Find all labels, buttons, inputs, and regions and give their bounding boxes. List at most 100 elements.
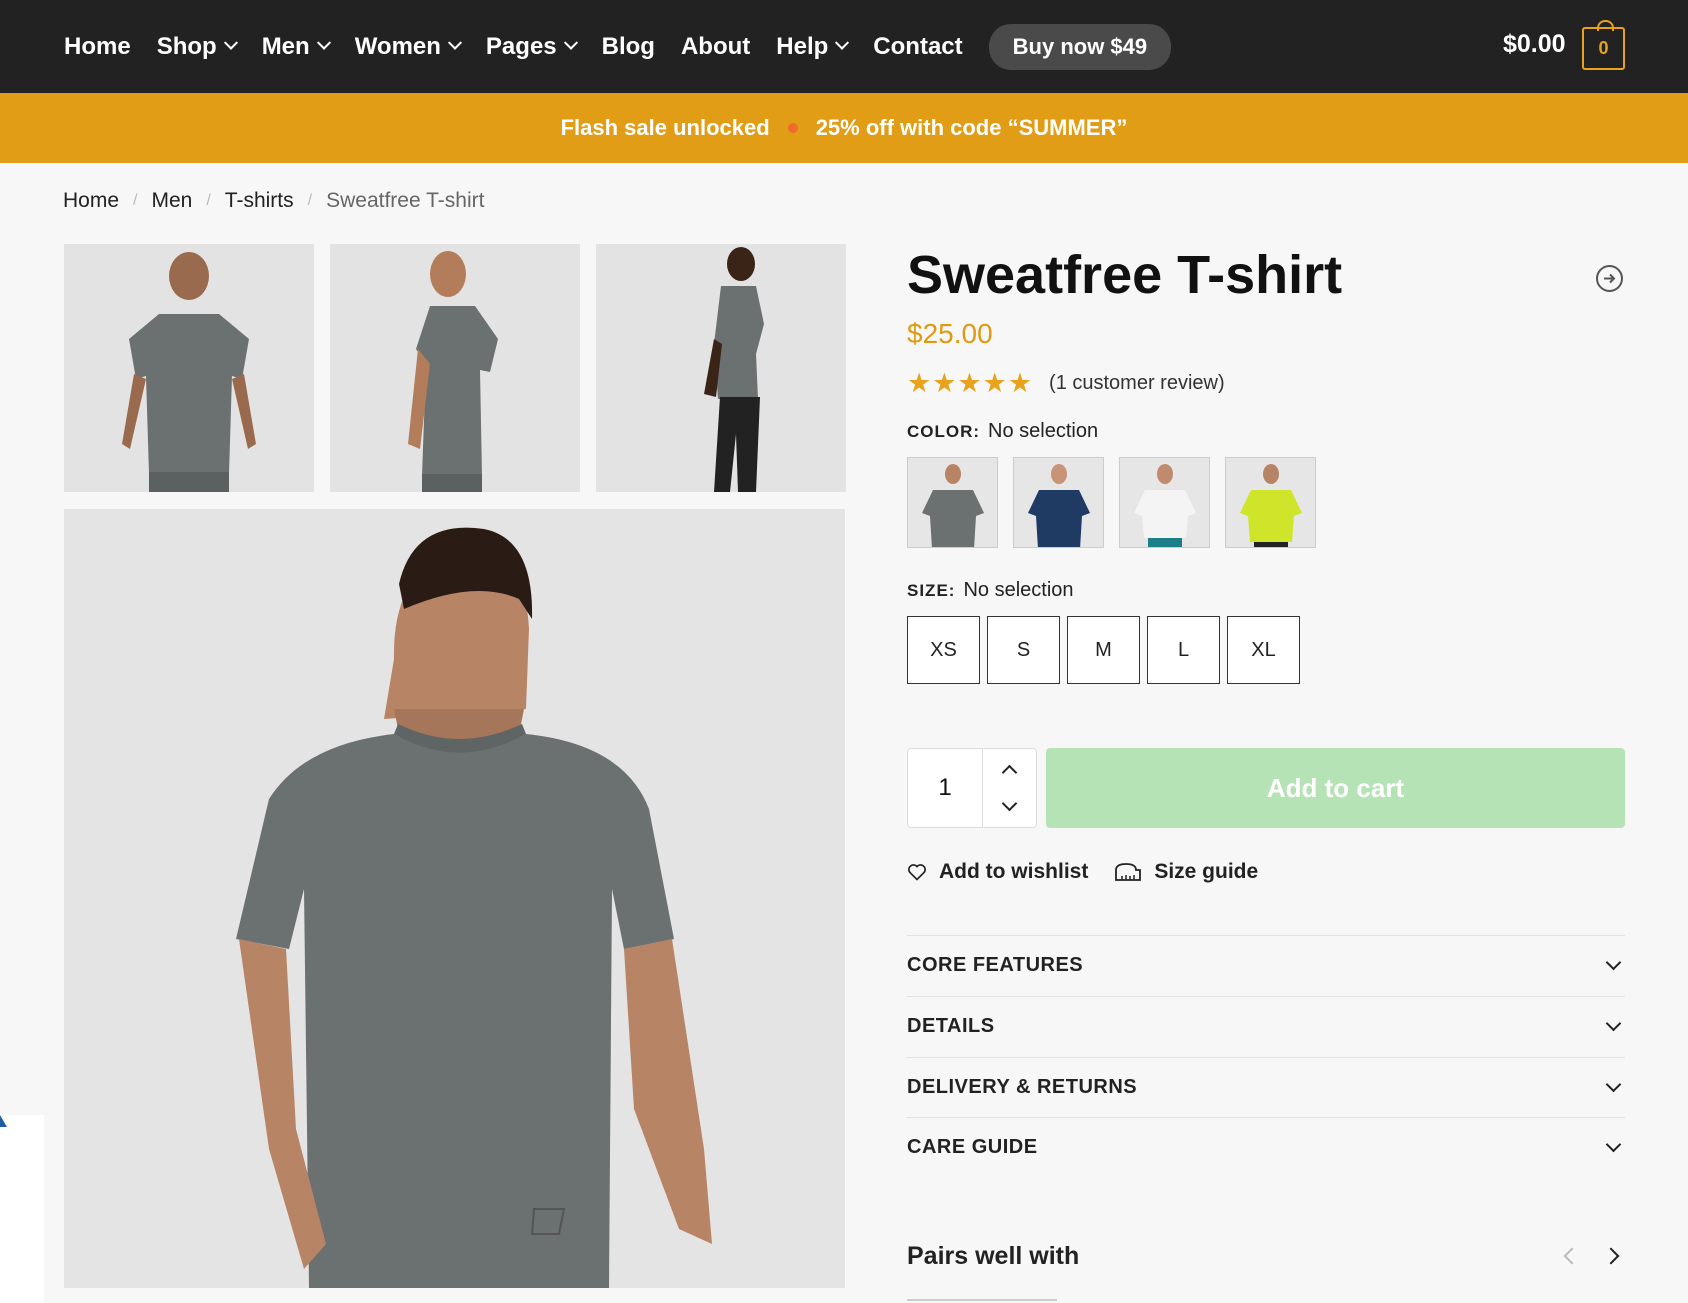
color-swatches [907,457,1316,548]
breadcrumb: Home / Men / T-shirts / Sweatfree T-shir… [63,189,484,213]
promo-text-left: Flash sale unlocked [560,115,770,140]
cart-count: 0 [1598,38,1609,58]
swatch-image-white [1134,464,1196,547]
nav-about-label: About [680,32,751,60]
breadcrumb-separator: / [133,192,138,209]
nav-help[interactable]: Help [776,33,850,61]
swatch-image-navy [1028,464,1090,547]
product-rating: ★★★★★ (1 customer review) [907,368,1225,399]
swatch-image-lime [1240,464,1302,547]
nav-about[interactable]: About [681,33,750,61]
main-product-image[interactable] [64,509,845,1288]
model-front-image [236,527,712,1288]
arrow-right-circle-icon [1604,273,1616,284]
quantity-stepper: 1 [907,748,1037,828]
size-button-xl[interactable]: XL [1227,616,1300,684]
size-guide-link[interactable]: Size guide [1114,860,1258,884]
breadcrumb-men[interactable]: Men [151,189,192,213]
cart-total[interactable]: $0.00 [1503,30,1566,59]
color-swatch-lime[interactable] [1225,457,1316,548]
chevron-down-icon [223,35,238,50]
accordion-details[interactable]: DETAILS [907,996,1625,1056]
nav-men-label: Men [261,32,310,60]
nav-home-label: Home [64,32,131,60]
nav-shop[interactable]: Shop [156,32,238,61]
size-button-m[interactable]: M [1067,616,1140,684]
swatch-image-grey [922,464,984,547]
accordion-title: CARE GUIDE [907,1136,1038,1158]
color-label: COLOR: [907,422,981,441]
size-selection: No selection [963,579,1074,601]
chevron-down-icon [447,35,462,50]
nav-contact[interactable]: Contact [873,33,962,61]
pairs-well-with-heading: Pairs well with [907,1242,1080,1270]
breadcrumb-tshirts[interactable]: T-shirts [225,189,294,213]
chevron-down-icon [835,35,850,50]
accordion-core-features[interactable]: CORE FEATURES [907,935,1625,995]
cart-bag-icon[interactable]: 0 [1582,20,1625,70]
accordion-care-guide[interactable]: CARE GUIDE [907,1117,1625,1177]
nav-home[interactable]: Home [64,33,131,61]
top-navigation: Home Shop Men Women Pages Blog About Hel… [0,0,1688,93]
color-swatch-white[interactable] [1119,457,1210,548]
breadcrumb-home[interactable]: Home [63,189,119,213]
ruler-icon [1115,863,1142,881]
nav-women[interactable]: Women [354,32,462,61]
size-options: XS S M L XL [907,616,1300,684]
color-selection: No selection [988,420,1099,442]
size-button-s[interactable]: S [987,616,1060,684]
breadcrumb-separator: / [206,192,211,209]
gallery-thumbnail-side[interactable] [330,244,580,492]
accordion-title: DELIVERY & RETURNS [907,1076,1138,1098]
wishlist-label: Add to wishlist [939,860,1089,883]
color-swatch-grey[interactable] [907,457,998,548]
next-product-icon[interactable] [1596,265,1623,292]
chevron-left-icon[interactable] [1563,1247,1581,1265]
chevron-down-icon [1605,1076,1622,1093]
side-panel-edge [0,1115,44,1303]
size-button-xs[interactable]: XS [907,616,980,684]
buy-now-button[interactable]: Buy now $49 [988,23,1172,70]
size-option-label: SIZE: No selection [907,579,1074,602]
nav-contact-label: Contact [873,32,963,60]
nav-pages[interactable]: Pages [485,32,578,61]
nav-women-label: Women [354,32,441,60]
add-to-cart-button[interactable]: Add to cart [1046,748,1625,828]
promo-text-right: 25% off with code “SUMMER” [815,115,1128,140]
chevron-down-icon [316,35,331,50]
review-count-link[interactable]: (1 customer review) [1049,372,1225,395]
star-rating-icon: ★★★★★ [907,368,1034,398]
color-option-label: COLOR: No selection [907,420,1098,443]
chevron-down-icon[interactable] [1001,795,1018,812]
quantity-arrows [983,749,1036,827]
chevron-down-icon [1605,1136,1622,1153]
accordion-delivery-returns[interactable]: DELIVERY & RETURNS [907,1057,1625,1117]
promo-banner: Flash sale unlocked 25% off with code “S… [0,93,1688,163]
fire-icon [787,123,798,133]
breadcrumb-current: Sweatfree T-shirt [326,189,485,212]
color-swatch-navy[interactable] [1013,457,1104,548]
product-price: $25.00 [907,318,993,349]
chevron-down-icon [1605,954,1622,971]
product-actions: Add to wishlist Size guide [907,860,1284,884]
add-to-wishlist-link[interactable]: Add to wishlist [907,860,1088,884]
nav-blog-label: Blog [601,32,655,60]
nav-pages-label: Pages [485,32,557,60]
carousel-indicator [907,1299,1057,1301]
product-title: Sweatfree T-shirt [907,245,1343,305]
nav-men[interactable]: Men [261,32,331,61]
size-label: SIZE: [907,581,956,600]
heart-icon [908,864,926,881]
quantity-input[interactable]: 1 [908,749,983,827]
size-button-l[interactable]: L [1147,616,1220,684]
main-menu: Home Shop Men Women Pages Blog About Hel… [64,0,1197,93]
gallery-thumbnail-profile[interactable] [596,244,846,492]
chevron-right-icon[interactable] [1602,1247,1620,1265]
chevron-up-icon[interactable] [1001,764,1018,781]
accordion-title: CORE FEATURES [907,954,1084,976]
nav-blog[interactable]: Blog [602,33,655,61]
breadcrumb-separator: / [307,192,313,209]
gallery-thumbnail-back[interactable] [64,244,314,492]
nav-shop-label: Shop [156,32,217,60]
edge-marker-icon [0,1115,7,1127]
